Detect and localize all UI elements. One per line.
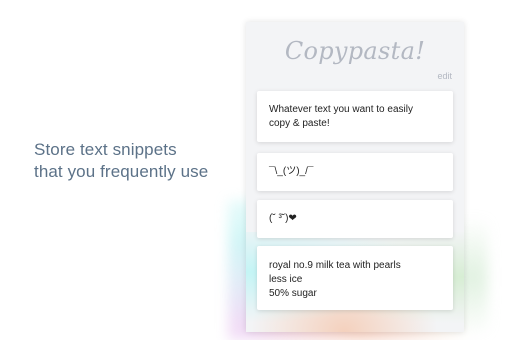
snippet-card[interactable]: ¯\_(ツ)_/¯ <box>257 153 453 191</box>
snippet-text: ¯\_(ツ)_/¯ <box>269 166 314 177</box>
snippet-text: less ice <box>269 274 303 285</box>
snippet-text: copy & paste! <box>269 118 330 129</box>
edit-link[interactable]: edit <box>437 71 452 81</box>
extension-popup: Copypasta! edit Whatever text you want t… <box>246 22 464 332</box>
app-title: Copypasta! <box>284 37 426 65</box>
snippet-text: Whatever text you want to easily <box>269 104 413 115</box>
tagline: Store text snippets that you frequently … <box>34 139 234 183</box>
snippet-card[interactable]: Whatever text you want to easily copy & … <box>257 91 453 142</box>
tagline-line-2: that you frequently use <box>34 162 209 181</box>
snippet-text: (˘ ³˘)❤ <box>269 213 297 224</box>
snippet-text: 50% sugar <box>269 288 317 299</box>
tagline-line-1: Store text snippets <box>34 140 177 159</box>
snippet-card[interactable]: (˘ ³˘)❤ <box>257 200 453 238</box>
snippet-text: royal no.9 milk tea with pearls <box>269 260 401 271</box>
snippet-card[interactable]: royal no.9 milk tea with pearls less ice… <box>257 246 453 310</box>
